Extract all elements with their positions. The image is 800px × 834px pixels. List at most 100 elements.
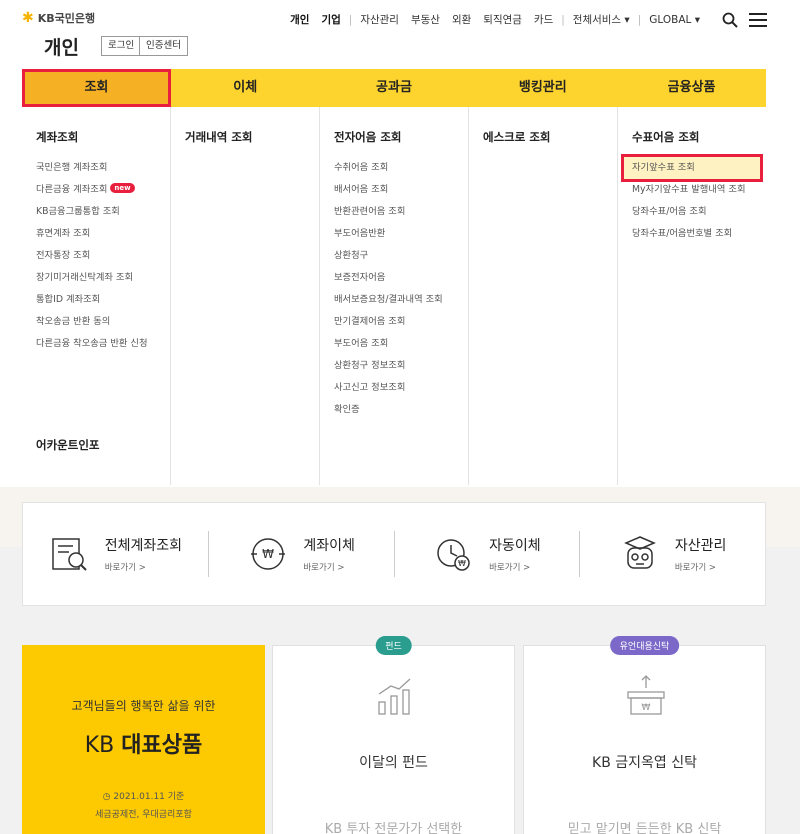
tab-inquiry[interactable]: 조회	[22, 69, 171, 107]
card-subtitle: KB 투자 전문가가 선택한	[324, 822, 463, 834]
topnav-realestate[interactable]: 부동산	[405, 12, 446, 27]
transfer-icon: ₩	[251, 538, 286, 570]
menu-heading-account[interactable]: 계좌조회	[36, 129, 170, 145]
menu-heading-ebill[interactable]: 전자어음 조회	[334, 129, 468, 145]
menu-item[interactable]: 다른금융 계좌조회 new	[36, 179, 170, 201]
menu-item[interactable]: 상환청구 정보조회	[334, 355, 468, 377]
kb-star-icon: ✱	[22, 10, 34, 26]
mega-menu: 계좌조회 국민은행 계좌조회 다른금융 계좌조회 new KB금융그룹통합 조회 …	[22, 107, 766, 485]
menu-column-history: 거래내역 조회	[171, 107, 320, 485]
card-date: ◷ 2021.01.11 기준	[102, 792, 185, 802]
quick-link-title: 자산관리	[674, 538, 727, 554]
menu-item[interactable]: 통합ID 계좌조회	[36, 289, 170, 311]
tab-financial-products[interactable]: 금융상품	[617, 69, 766, 107]
shortcut-link[interactable]: 바로가기 >	[489, 561, 541, 573]
quick-link-asset[interactable]: 자산관리 바로가기 >	[580, 531, 765, 577]
tab-banking-management[interactable]: 뱅킹관리	[468, 69, 617, 107]
fund-card[interactable]: 펀드 이달의 펀드 KB 투자 전문가가 선택한	[272, 636, 515, 834]
svg-text:₩: ₩	[458, 559, 466, 568]
topnav-asset[interactable]: 자산관리	[354, 12, 405, 27]
quick-link-title: 계좌이체	[303, 538, 355, 554]
growth-chart-icon	[378, 678, 411, 715]
menu-item[interactable]: 수취어음 조회	[334, 157, 468, 179]
shortcut-link[interactable]: 바로가기 >	[303, 561, 355, 573]
tab-transfer[interactable]: 이체	[171, 69, 320, 107]
hamburger-menu-icon[interactable]	[749, 13, 767, 27]
divider: |	[348, 13, 353, 26]
svg-text:₩: ₩	[642, 703, 651, 713]
divider: |	[561, 13, 565, 26]
topnav-global[interactable]: GLOBAL ▾	[643, 14, 706, 26]
menu-item[interactable]: KB금융그룹통합 조회	[36, 201, 170, 223]
menu-heading-check[interactable]: 수표어음 조회	[632, 129, 766, 145]
auto-transfer-icon: ₩	[437, 539, 470, 571]
card-note: 세금공제전, 우대금리포함	[95, 810, 192, 820]
logo-text: KB국민은행	[37, 12, 96, 25]
card-tagline: 고객님들의 행복한 삶을 위한	[71, 699, 216, 713]
quick-link-title: 전체계좌조회	[104, 538, 183, 554]
quick-link-title: 자동이체	[489, 538, 541, 554]
menu-item[interactable]: 장기미거래신탁계좌 조회	[36, 267, 170, 289]
shortcut-link[interactable]: 바로가기 >	[105, 561, 182, 573]
menu-item[interactable]: 착오송금 반환 동의	[36, 311, 170, 333]
menu-item[interactable]: 부도어음 조회	[334, 333, 468, 355]
cert-center-button[interactable]: 인증센터	[139, 36, 188, 56]
clock-icon: ◷	[102, 792, 114, 802]
menu-column-account: 계좌조회 국민은행 계좌조회 다른금융 계좌조회 new KB금융그룹통합 조회 …	[22, 107, 171, 485]
card-title: KB 금지옥엽 신탁	[592, 755, 697, 771]
menu-item[interactable]: 만기결제어음 조회	[334, 311, 468, 333]
money-box-icon: ₩	[627, 675, 665, 715]
account-search-icon	[51, 538, 87, 571]
featured-products-card[interactable]: 고객님들의 행복한 삶을 위한 KB 대표상품 ◷ 2021.01.11 기준 …	[22, 645, 265, 834]
menu-item[interactable]: 국민은행 계좌조회	[36, 157, 170, 179]
menu-heading-history[interactable]: 거래내역 조회	[185, 129, 319, 145]
menu-item[interactable]: 상환청구	[334, 245, 468, 267]
tab-utility[interactable]: 공과금	[320, 69, 469, 107]
menu-item[interactable]: My자기앞수표 발행내역 조회	[632, 179, 766, 201]
topnav-business[interactable]: 기업	[315, 12, 346, 27]
topnav-pension[interactable]: 퇴직연금	[477, 12, 528, 27]
login-button[interactable]: 로그인	[101, 36, 142, 56]
menu-item[interactable]: 부도어음반환	[334, 223, 468, 245]
svg-text:₩: ₩	[262, 547, 274, 561]
menu-item[interactable]: 당좌수표/어음번호별 조회	[632, 223, 766, 245]
kb-logo[interactable]: ✱ KB국민은행	[22, 10, 95, 26]
trust-badge: 유언대용신탁	[609, 636, 680, 655]
menu-item[interactable]: 반환관련어음 조회	[334, 201, 468, 223]
menu-column-check: 수표어음 조회 자기앞수표 조회 My자기앞수표 발행내역 조회 당좌수표/어음…	[618, 107, 766, 485]
new-badge: new	[110, 183, 135, 193]
menu-item[interactable]: 전자통장 조회	[36, 245, 170, 267]
quick-links: 전체계좌조회 바로가기 > ₩ 계좌이체 바로가기 > ₩ 자동이체 바로가기 …	[22, 502, 766, 606]
fund-badge: 펀드	[375, 636, 412, 655]
menu-item[interactable]: 당좌수표/어음 조회	[632, 201, 766, 223]
menu-item-cashier-check[interactable]: 자기앞수표 조회	[621, 154, 763, 182]
asset-robot-icon	[623, 536, 656, 569]
top-navigation: 개인 기업 | 자산관리 부동산 외환 퇴직연금 카드 | 전체서비스 ▾ | …	[284, 12, 706, 27]
menu-item[interactable]: 사고신고 정보조회	[334, 377, 468, 399]
topnav-fx[interactable]: 외환	[446, 12, 477, 27]
main-nav: 조회 이체 공과금 뱅킹관리 금융상품	[22, 69, 766, 107]
page-title: 개인	[44, 37, 79, 59]
topnav-card[interactable]: 카드	[528, 12, 559, 27]
shortcut-link[interactable]: 바로가기 >	[675, 561, 727, 573]
menu-item[interactable]: 배서어음 조회	[334, 179, 468, 201]
menu-item[interactable]: 배서보증요청/결과내역 조회	[334, 289, 468, 311]
trust-card[interactable]: 유언대용신탁 ₩ KB 금지옥엽 신탁 믿고 맡기면 든든한 KB 신탁	[523, 636, 766, 834]
menu-item[interactable]: 휴면계좌 조회	[36, 223, 170, 245]
quick-link-auto-transfer[interactable]: ₩ 자동이체 바로가기 >	[395, 531, 581, 577]
quick-link-all-accounts[interactable]: 전체계좌조회 바로가기 >	[23, 531, 209, 577]
divider: |	[637, 13, 642, 26]
card-subtitle: 믿고 맡기면 든든한 KB 신탁	[567, 822, 722, 834]
menu-heading-escrow[interactable]: 에스크로 조회	[483, 129, 617, 145]
menu-column-ebill: 전자어음 조회 수취어음 조회 배서어음 조회 반환관련어음 조회 부도어음반환…	[320, 107, 469, 485]
topnav-personal[interactable]: 개인	[284, 12, 315, 27]
menu-item[interactable]: 다른금융 착오송금 반환 신청	[36, 333, 170, 355]
menu-column-escrow: 에스크로 조회	[469, 107, 618, 485]
menu-item[interactable]: 확인증	[334, 399, 468, 421]
menu-heading-accountinfo[interactable]: 어카운트인포	[36, 437, 99, 453]
card-title: 이달의 펀드	[359, 755, 428, 771]
menu-item[interactable]: 보증전자어음	[334, 267, 468, 289]
quick-link-transfer[interactable]: ₩ 계좌이체 바로가기 >	[209, 531, 395, 577]
search-icon[interactable]	[722, 12, 738, 28]
topnav-all-services[interactable]: 전체서비스 ▾	[567, 12, 636, 27]
